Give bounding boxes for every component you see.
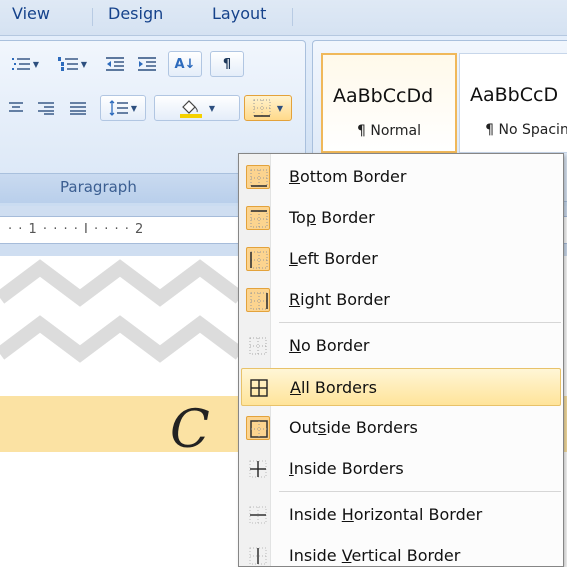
menu-item-label: No Border bbox=[289, 336, 370, 355]
menu-item-label: Right Border bbox=[289, 290, 390, 309]
top-border-icon bbox=[246, 206, 270, 230]
borders-dropdown-button[interactable]: ▼ bbox=[244, 95, 292, 121]
menu-item-top-border[interactable]: Top Border bbox=[241, 199, 561, 237]
menu-item-right-border[interactable]: Right Border bbox=[241, 281, 561, 319]
chevron-down-icon: ▼ bbox=[276, 103, 284, 113]
chevron-down-icon: ▼ bbox=[130, 103, 138, 113]
menu-item-label: Left Border bbox=[289, 249, 378, 268]
align-right-button[interactable] bbox=[32, 95, 60, 121]
menu-item-left-border[interactable]: Left Border bbox=[241, 240, 561, 278]
menu-item-label: Inside Vertical Border bbox=[289, 546, 461, 565]
menu-item-inside-horizontal-border[interactable]: Inside Horizontal Border bbox=[241, 496, 561, 534]
decrease-indent-icon bbox=[106, 57, 124, 71]
line-spacing-icon bbox=[109, 100, 128, 116]
menu-item-label: Inside Borders bbox=[289, 459, 404, 478]
multilevel-list-icon bbox=[11, 58, 30, 70]
chevron-down-icon: ▼ bbox=[80, 59, 88, 69]
align-right-icon bbox=[38, 102, 54, 115]
style-name: ¶ Normal bbox=[356, 123, 421, 139]
line-spacing-button[interactable]: ▼ bbox=[100, 95, 146, 121]
tab-layout[interactable]: Layout bbox=[212, 4, 266, 23]
show-hide-formatting-button[interactable]: ¶ bbox=[210, 51, 244, 77]
justify-icon bbox=[70, 102, 86, 115]
decrease-indent-button[interactable] bbox=[100, 51, 130, 77]
tab-design[interactable]: Design bbox=[108, 4, 163, 23]
paragraph-group-label: Paragraph bbox=[60, 178, 137, 196]
justify-button[interactable] bbox=[64, 95, 92, 121]
tab-view[interactable]: View bbox=[12, 4, 50, 23]
menu-item-outside-borders[interactable]: Outside Borders bbox=[241, 409, 561, 447]
menu-item-no-border[interactable]: No Border bbox=[241, 327, 561, 365]
menu-separator bbox=[279, 491, 561, 492]
ribbon-tab-strip: View Design Layout bbox=[0, 0, 567, 36]
menu-item-label: Inside Horizontal Border bbox=[289, 505, 483, 524]
right-border-icon bbox=[246, 288, 270, 312]
outside-borders-icon bbox=[246, 416, 270, 440]
increase-indent-button[interactable] bbox=[132, 51, 162, 77]
tab-divider bbox=[292, 8, 293, 26]
menu-item-inside-vertical-border[interactable]: Inside Vertical Border bbox=[241, 537, 561, 567]
script-letter: C bbox=[170, 400, 210, 460]
inside-horizontal-border-icon bbox=[246, 503, 270, 527]
chevron-down-icon: ▼ bbox=[32, 59, 40, 69]
style-name: ¶ No Spacin bbox=[485, 122, 567, 138]
style-sample: AaBbCcDd bbox=[333, 85, 434, 107]
bottom-border-icon bbox=[246, 165, 270, 189]
menu-item-label: Outside Borders bbox=[289, 418, 418, 437]
multilevel-list-button[interactable]: ▼ bbox=[4, 51, 46, 77]
inside-vertical-border-icon bbox=[246, 544, 270, 567]
align-center-icon bbox=[9, 102, 23, 112]
menu-item-inside-borders[interactable]: Inside Borders bbox=[241, 450, 561, 488]
chevron-down-icon: ▼ bbox=[208, 103, 216, 113]
no-border-icon bbox=[246, 334, 270, 358]
all-borders-icon bbox=[247, 376, 271, 400]
menu-separator bbox=[279, 322, 561, 323]
paint-bucket-icon bbox=[179, 100, 202, 118]
bottom-border-icon bbox=[253, 99, 271, 117]
style-sample: AaBbCcD bbox=[470, 84, 559, 106]
inside-borders-icon bbox=[246, 457, 270, 481]
style-no-spacing[interactable]: AaBbCcD ¶ No Spacin bbox=[459, 53, 567, 153]
menu-item-all-borders[interactable]: All Borders bbox=[241, 368, 561, 406]
style-normal[interactable]: AaBbCcDd ¶ Normal bbox=[321, 53, 457, 153]
numbered-list-icon bbox=[57, 57, 78, 71]
left-border-icon bbox=[246, 247, 270, 271]
menu-item-label: Top Border bbox=[289, 208, 375, 227]
menu-item-label: Bottom Border bbox=[289, 167, 407, 186]
tab-divider bbox=[92, 8, 93, 26]
borders-menu: Bottom Border Top Border Left Border Rig… bbox=[238, 153, 564, 567]
increase-indent-icon bbox=[138, 57, 156, 71]
shading-button[interactable]: ▼ bbox=[154, 95, 240, 121]
menu-item-bottom-border[interactable]: Bottom Border bbox=[241, 158, 561, 196]
menu-item-label: All Borders bbox=[290, 378, 377, 397]
numbering-list-button[interactable]: ▼ bbox=[50, 51, 94, 77]
sort-button[interactable]: A↓ bbox=[168, 51, 202, 77]
align-center-button[interactable] bbox=[4, 95, 28, 121]
